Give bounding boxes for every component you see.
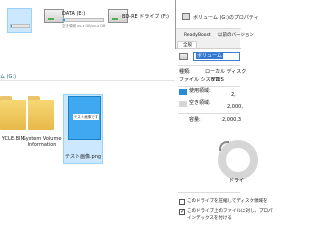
used-color-swatch [179,89,187,95]
compress-label: このドライブを圧縮してディスク領域を [187,199,268,204]
drive-info-data: 空き領域 xx.x GB/xx.x GB [62,24,106,28]
tab-readyboost[interactable]: ReadyBoost [179,32,211,39]
index-label: このドライブ上のファイルに対し、プロパ [187,209,273,214]
drive-usage-bar-data [62,18,104,22]
item-label-image-file[interactable]: テスト画像.png [63,154,103,160]
dialog-titlebar[interactable]: ボリューム (G:)のプロパティ [176,0,259,29]
used-label: 使用領域: [189,88,211,94]
image-thumbnail: テスト画像です [68,96,101,140]
capacity-label: 容量: [189,117,201,123]
drive-usage-bar [10,24,30,28]
tab-previous-versions[interactable]: 以前のバージョン [213,32,254,39]
divider [178,192,240,193]
type-value: ローカル ディスク [205,69,247,75]
divider [178,65,240,66]
dialog-title: ボリューム (G:)のプロパティ [193,15,259,21]
index-checkbox[interactable] [179,208,185,215]
type-label: 種類: [179,69,191,75]
thumbnail-caption: テスト画像です [73,114,99,120]
used-value: 2, [231,92,236,98]
drive-item-selected[interactable] [7,8,32,33]
folder-icon[interactable] [0,96,26,130]
drive-name-bdre[interactable]: BD-RE ドライブ (F:) [122,13,169,20]
group-divider [0,80,180,81]
volume-icon [179,53,188,60]
index-label-continued: インデックスを付ける [187,216,232,221]
explorer-window: DATA (E:) 空き領域 xx.x GB/xx.x GB BD-RE ドライ… [0,0,180,240]
drive-icon [44,9,64,23]
fs-value: NTFS [211,77,224,83]
compress-checkbox[interactable] [179,199,185,205]
drive-icon [182,13,190,20]
item-label-system-volume[interactable]: System Volume Information [22,136,62,148]
divider [178,86,240,87]
tab-general[interactable]: 全般 [177,41,197,48]
drive-caption: ドライ [229,178,245,184]
volume-name-input[interactable]: ボリューム [193,52,240,61]
free-label: 空き領域: [189,100,211,106]
capacity-value: 2,000,3 [222,117,242,123]
free-color-swatch [179,101,187,107]
divider [178,113,240,114]
drive-name-data[interactable]: DATA (E:) [62,11,85,17]
folder-icon[interactable] [28,96,54,130]
used-slice [219,141,229,151]
free-value: 2,000, [227,104,243,110]
